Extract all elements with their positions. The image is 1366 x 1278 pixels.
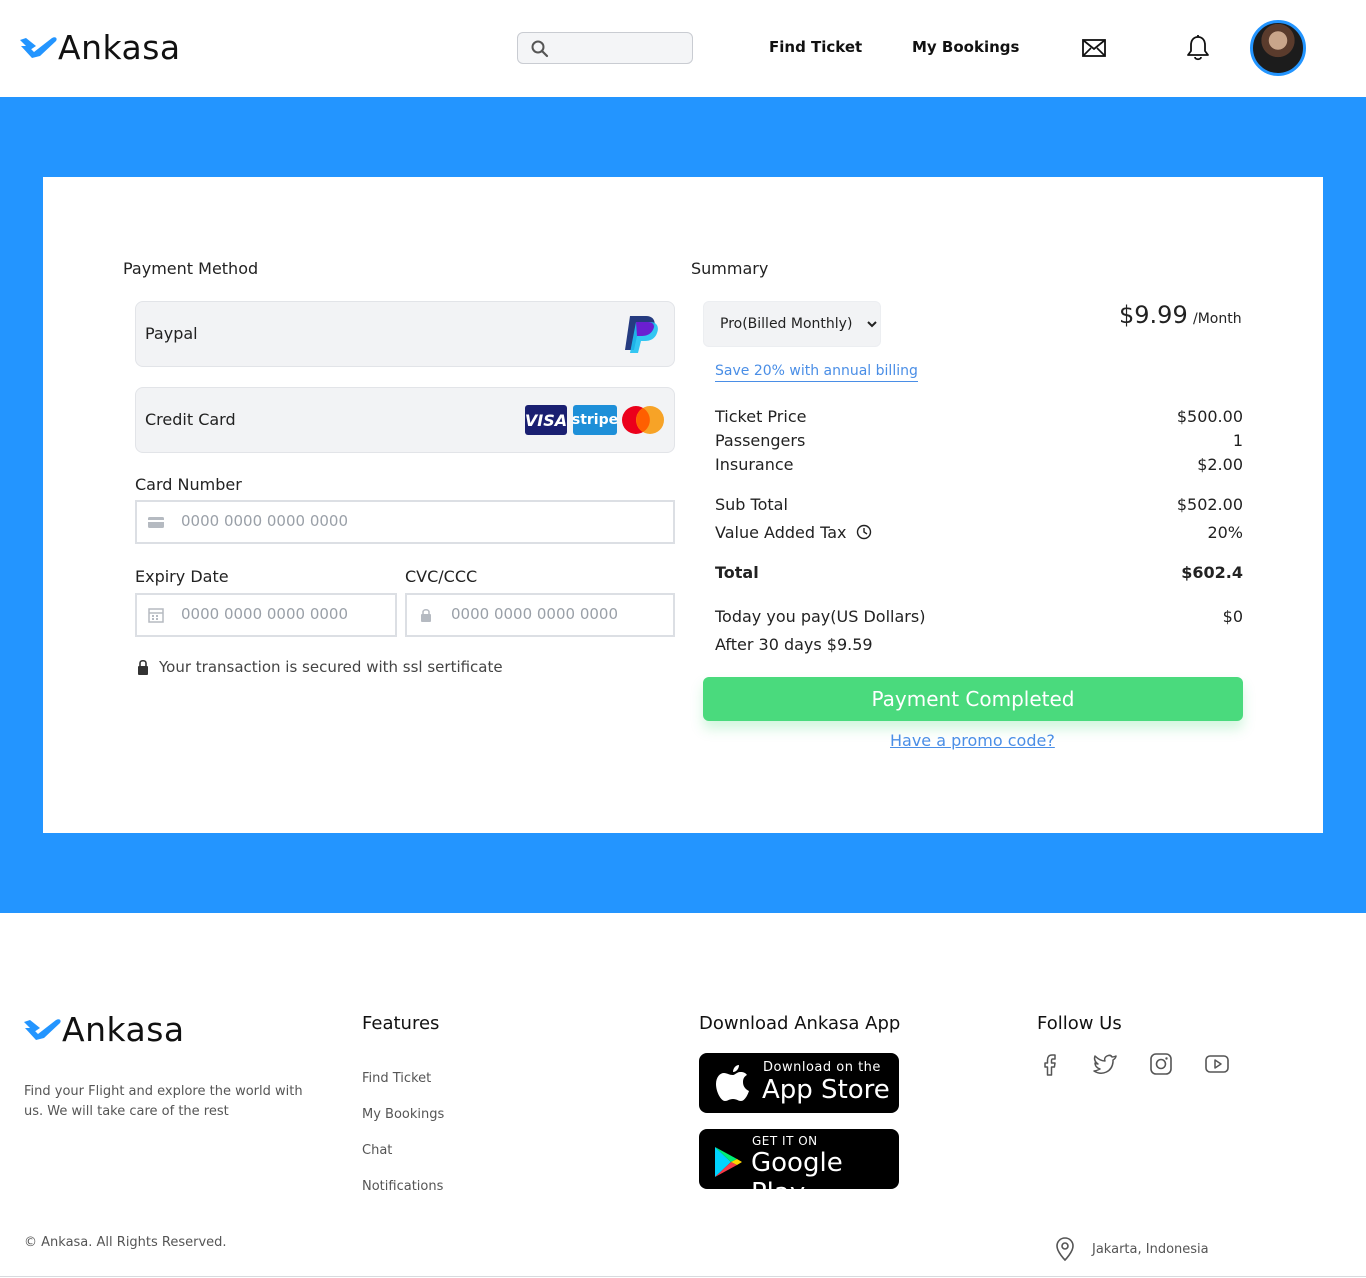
payment-method-title: Payment Method xyxy=(123,259,259,278)
plan-period: /Month xyxy=(1193,311,1242,327)
plane-logo-icon xyxy=(20,36,57,58)
cvc-input[interactable] xyxy=(451,605,651,623)
plane-logo-icon xyxy=(24,1018,61,1040)
paypal-option[interactable]: Paypal xyxy=(135,301,675,367)
credit-card-label: Credit Card xyxy=(145,410,236,429)
passengers-value: 1 xyxy=(1232,431,1243,450)
sub-total-value: $502.00 xyxy=(1176,495,1243,514)
app-store-big-text: App Store xyxy=(762,1075,890,1105)
clock-icon[interactable] xyxy=(856,524,872,540)
ssl-note: Your transaction is secured with ssl ser… xyxy=(137,658,503,676)
brand-logo[interactable]: Ankasa xyxy=(18,28,181,67)
facebook-icon[interactable] xyxy=(1037,1051,1063,1077)
google-play-button[interactable]: GET IT ON Google Play xyxy=(699,1129,899,1208)
paypal-label: Paypal xyxy=(145,324,198,343)
app-store-small-text: Download on the xyxy=(763,1060,881,1075)
map-pin-icon xyxy=(1056,1237,1074,1262)
download-app-heading: Download Ankasa App xyxy=(699,1013,901,1034)
total-value: $602.4 xyxy=(1181,563,1243,582)
ssl-note-text: Your transaction is secured with ssl ser… xyxy=(159,658,503,676)
insurance-label: Insurance xyxy=(715,455,794,474)
instagram-icon[interactable] xyxy=(1148,1051,1174,1077)
after-days-label: After 30 days $9.59 xyxy=(715,635,873,654)
google-play-small-text: GET IT ON xyxy=(752,1134,818,1148)
youtube-icon[interactable] xyxy=(1204,1051,1230,1077)
visa-logo: VISA xyxy=(525,405,567,435)
cvc-label: CVC/CCC xyxy=(405,567,478,586)
insurance-value: $2.00 xyxy=(1197,455,1243,474)
footer-divider xyxy=(0,1276,1366,1277)
nav-find-ticket[interactable]: Find Ticket xyxy=(769,38,862,56)
app-store-button[interactable]: Download on the App Store xyxy=(699,1053,899,1113)
annual-billing-link[interactable]: Save 20% with annual billing xyxy=(715,363,918,382)
promo-code-link[interactable]: Have a promo code? xyxy=(890,731,1055,750)
ticket-price-label: Ticket Price xyxy=(715,407,807,426)
bell-icon[interactable] xyxy=(1186,34,1210,62)
footer-link-find-ticket[interactable]: Find Ticket xyxy=(362,1071,431,1086)
footer-brand-logo[interactable]: Ankasa xyxy=(22,1010,185,1049)
total-label: Total xyxy=(715,563,759,582)
plan-select[interactable]: Pro(Billed Monthly) xyxy=(704,302,880,346)
payment-completed-button[interactable]: Payment Completed xyxy=(703,677,1243,721)
checkout-card: Payment Method Paypal Credit Card VISA s… xyxy=(43,177,1323,833)
search-box[interactable] xyxy=(517,32,693,64)
apple-icon xyxy=(716,1065,749,1101)
footer-tagline: Find your Flight and explore the world w… xyxy=(24,1084,303,1119)
footer-link-my-bookings[interactable]: My Bookings xyxy=(362,1107,444,1122)
card-number-label: Card Number xyxy=(135,475,242,494)
calendar-icon xyxy=(148,608,164,623)
passengers-label: Passengers xyxy=(715,431,806,450)
sub-total-label: Sub Total xyxy=(715,495,788,514)
footer-link-chat[interactable]: Chat xyxy=(362,1143,392,1158)
features-heading: Features xyxy=(362,1013,440,1034)
expiry-date-field[interactable] xyxy=(135,593,397,637)
cvc-field[interactable] xyxy=(405,593,675,637)
follow-us-heading: Follow Us xyxy=(1037,1013,1122,1034)
location-text: Jakarta, Indonesia xyxy=(1092,1241,1209,1257)
brand-name: Ankasa xyxy=(58,28,181,67)
plan-dropdown[interactable]: Pro(Billed Monthly) xyxy=(703,301,881,347)
plan-price: $9.99 xyxy=(1119,301,1188,329)
vat-value: 20% xyxy=(1207,523,1243,542)
nav-my-bookings[interactable]: My Bookings xyxy=(912,38,1019,56)
search-input[interactable] xyxy=(558,37,683,59)
footer-brand-name: Ankasa xyxy=(62,1010,185,1049)
footer-link-notifications[interactable]: Notifications xyxy=(362,1179,443,1194)
summary-title: Summary xyxy=(691,259,769,278)
mastercard-icon xyxy=(622,406,664,434)
lock-icon xyxy=(138,659,148,675)
twitter-icon[interactable] xyxy=(1092,1051,1118,1077)
location: Jakarta, Indonesia xyxy=(1055,1236,1209,1262)
mail-icon[interactable] xyxy=(1081,37,1107,59)
google-play-big-text: Google Play xyxy=(751,1148,843,1208)
google-play-icon xyxy=(715,1147,742,1177)
copyright-text: © Ankasa. All Rights Reserved. xyxy=(24,1235,227,1250)
vat-label-group: Value Added Tax xyxy=(715,523,872,542)
today-pay-label: Today you pay(US Dollars) xyxy=(715,607,926,626)
user-avatar[interactable] xyxy=(1250,20,1306,76)
today-pay-value: $0 xyxy=(1222,607,1243,626)
vat-label: Value Added Tax xyxy=(715,523,847,542)
expiry-date-input[interactable] xyxy=(181,605,381,623)
paypal-icon xyxy=(625,316,658,353)
ticket-price-value: $500.00 xyxy=(1176,407,1243,426)
credit-card-option[interactable]: Credit Card VISA stripe xyxy=(135,387,675,453)
card-number-field[interactable] xyxy=(135,500,675,544)
expiry-date-label: Expiry Date xyxy=(135,567,229,586)
card-number-input[interactable] xyxy=(181,512,661,530)
top-navbar: Ankasa Find Ticket My Bookings xyxy=(0,0,1366,97)
lock-icon xyxy=(421,609,431,622)
stripe-logo: stripe xyxy=(572,405,618,435)
search-icon xyxy=(531,40,549,58)
credit-card-icon xyxy=(148,517,164,528)
